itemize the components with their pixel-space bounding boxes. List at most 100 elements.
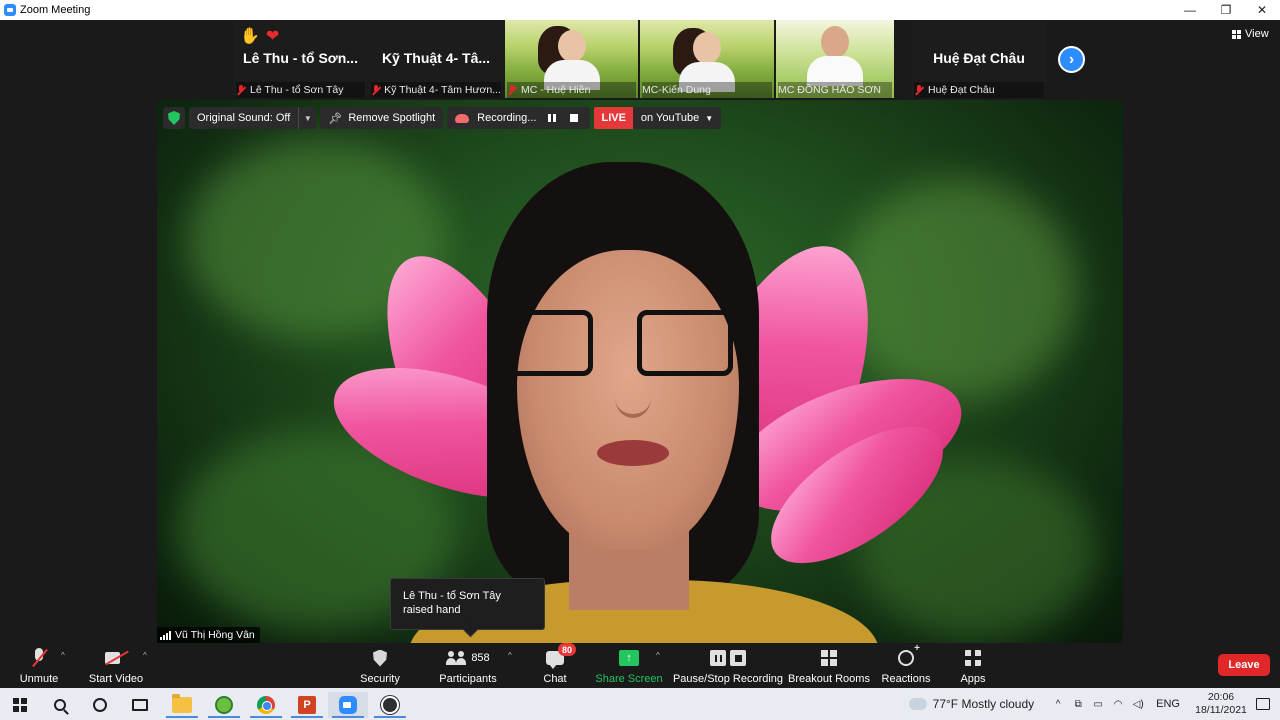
security-button[interactable]: Security <box>358 647 402 687</box>
live-badge: LIVE <box>594 107 633 129</box>
task-view-button[interactable] <box>120 692 160 718</box>
raised-hand-notification: Lê Thu - tổ Sơn Tây raised hand <box>390 578 545 630</box>
pause-stop-recording-button[interactable]: Pause/Stop Recording <box>673 647 783 687</box>
participant-name: Kỹ Thuật 4- Tâm Hươn... <box>384 84 501 96</box>
remove-spotlight-button[interactable]: 📌︎ Remove Spotlight <box>320 107 444 129</box>
search-icon <box>54 699 66 711</box>
close-button[interactable]: ✕ <box>1244 0 1280 20</box>
speaker-nose <box>615 378 651 418</box>
participant-name: MC-Kiến Dung <box>642 84 711 96</box>
participant-tile[interactable]: ✋ ❤ Lê Thu - tổ Sơn... Lê Thu - tổ Sơn T… <box>234 20 367 98</box>
breakout-rooms-button[interactable]: Breakout Rooms <box>788 647 870 687</box>
windows-taskbar: P 77°F Mostly cloudy ^ ⧉ ▭ ◠ ◁) ENG 20:0… <box>0 688 1280 720</box>
input-language[interactable]: ENG <box>1156 698 1180 710</box>
wifi-icon[interactable]: ◠ <box>1108 688 1128 720</box>
share-options-caret-icon[interactable]: ^ <box>656 651 660 660</box>
raised-hand-icon: ✋ <box>240 28 260 45</box>
zoom-app-window: Zoom Meeting — ❐ ✕ ✋ ❤ Lê Thu - tổ Sơn..… <box>0 0 1280 720</box>
share-screen-icon: ↑ <box>619 650 639 666</box>
pause-stop-recording-icon <box>710 650 746 666</box>
start-video-button[interactable]: Start Video <box>88 647 144 687</box>
mic-muted-icon <box>236 84 246 96</box>
participant-name: MC - Huệ Hiền <box>521 84 591 96</box>
zoom-taskbar[interactable] <box>328 692 368 718</box>
battery-icon[interactable]: ▭ <box>1088 688 1108 720</box>
participant-tile[interactable]: Huệ Đạt Châu Huệ Đạt Châu <box>912 20 1046 98</box>
shield-check-icon <box>168 111 180 125</box>
powerpoint-taskbar[interactable]: P <box>287 692 327 718</box>
search-button[interactable] <box>40 692 80 718</box>
meeting-status-bar: Original Sound: Off ▼ 📌︎ Remove Spotligh… <box>163 106 722 130</box>
share-screen-button[interactable]: ↑ Share Screen <box>595 647 663 687</box>
stop-recording-button[interactable] <box>568 107 580 129</box>
participants-label: Participants <box>439 673 497 685</box>
live-destination-label: on YouTube <box>640 112 700 124</box>
pause-recording-button[interactable] <box>546 107 558 129</box>
chrome-icon <box>257 696 275 714</box>
show-hidden-icons-icon[interactable]: ^ <box>1048 688 1068 720</box>
minimize-button[interactable]: — <box>1172 0 1208 20</box>
obs-taskbar[interactable] <box>370 692 410 718</box>
cloud-record-icon <box>455 113 470 123</box>
apps-button[interactable]: Apps <box>958 647 988 687</box>
mic-muted-icon <box>371 84 380 96</box>
start-video-label: Start Video <box>88 673 144 685</box>
glasses-right <box>637 310 733 376</box>
system-tray: 77°F Mostly cloudy ^ ⧉ ▭ ◠ ◁) ENG 20:06 … <box>906 688 1280 720</box>
volume-icon[interactable]: ◁) <box>1128 688 1148 720</box>
file-explorer-taskbar[interactable] <box>162 692 202 718</box>
obs-icon <box>381 696 399 714</box>
speaker-mouth <box>597 440 669 466</box>
recording-indicator: Recording... <box>447 107 591 129</box>
participant-avatar <box>807 26 863 86</box>
video-options-caret-icon[interactable]: ^ <box>143 651 147 660</box>
zoom-icon <box>339 696 357 714</box>
app-taskbar[interactable] <box>204 692 244 718</box>
title-bar: Zoom Meeting — ❐ ✕ <box>0 0 1280 20</box>
next-page-arrow-icon[interactable]: › <box>1058 46 1085 73</box>
participant-video-tile[interactable]: MC - Huệ Hiền <box>505 20 638 98</box>
participant-name: Huệ Đạt Châu <box>928 84 995 96</box>
shield-icon <box>373 649 387 667</box>
heart-icon: ❤ <box>265 28 280 45</box>
mic-muted-icon <box>914 84 924 96</box>
clock-date: 18/11/2021 <box>1195 704 1247 716</box>
apps-label: Apps <box>960 673 986 685</box>
participant-video-tile[interactable]: MC ĐỒNG HẢO SƠN <box>776 20 894 98</box>
participant-display-name: Kỹ Thuật 4- Tâ... <box>381 50 491 66</box>
window-controls: — ❐ ✕ <box>1172 0 1280 20</box>
restore-button[interactable]: ❐ <box>1208 0 1244 20</box>
zoom-app-icon <box>4 4 16 16</box>
start-button[interactable] <box>0 692 40 718</box>
chrome-taskbar[interactable] <box>246 692 286 718</box>
participant-tile[interactable]: Kỹ Thuật 4- Tâ... Kỹ Thuật 4- Tâm Hươn..… <box>369 20 503 98</box>
notification-center-icon[interactable] <box>1256 698 1270 710</box>
live-stream-dropdown[interactable]: on YouTube ▼ <box>632 107 722 129</box>
encryption-indicator[interactable] <box>163 107 185 129</box>
original-sound-toggle[interactable]: Original Sound: Off ▼ <box>189 107 317 129</box>
weather-cloudy-icon <box>906 693 927 710</box>
participant-name: Lê Thu - tổ Sơn Tây <box>250 84 344 96</box>
tray-app-icon[interactable]: ⧉ <box>1068 688 1088 720</box>
chat-button[interactable]: 80 Chat <box>540 643 577 687</box>
window-title: Zoom Meeting <box>20 4 91 16</box>
cortana-button[interactable] <box>80 692 120 718</box>
audio-options-caret-icon[interactable]: ^ <box>61 651 65 660</box>
view-button[interactable]: View <box>1232 28 1269 40</box>
participant-label: MC-Kiến Dung <box>642 82 772 98</box>
reactions-button[interactable]: Reactions <box>882 643 931 687</box>
taskbar-clock[interactable]: 20:06 18/11/2021 <box>1190 691 1252 717</box>
participants-button[interactable]: 858 Participants <box>438 647 498 687</box>
participant-label: MC ĐỒNG HẢO SƠN <box>778 82 892 98</box>
participant-label: Huệ Đạt Châu <box>914 82 1044 98</box>
participants-caret-icon[interactable]: ^ <box>508 651 512 660</box>
participant-video-tile[interactable]: MC-Kiến Dung <box>640 20 774 98</box>
original-sound-dropdown-icon[interactable]: ▼ <box>298 107 316 129</box>
weather-text[interactable]: 77°F Mostly cloudy <box>933 697 1035 711</box>
clock-time: 20:06 <box>1207 691 1235 703</box>
windows-logo-icon <box>13 698 27 712</box>
leave-button[interactable]: Leave <box>1218 654 1270 676</box>
unmute-button[interactable]: Unmute <box>18 647 60 687</box>
speaker-name: Vũ Thị Hồng Vân <box>175 629 255 641</box>
participant-display-name: Huệ Đạt Châu <box>933 50 1025 66</box>
